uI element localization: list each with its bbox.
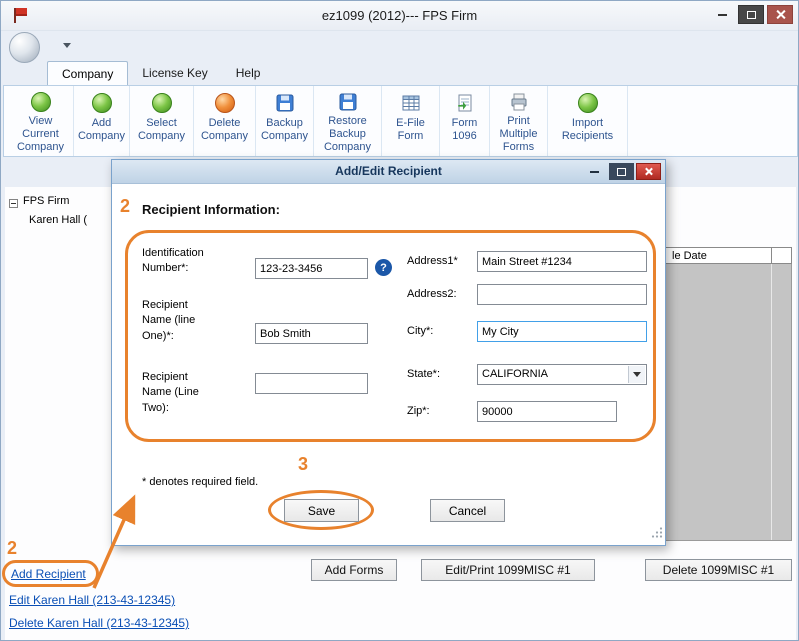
tab-company[interactable]: Company bbox=[47, 61, 128, 86]
recipient-name1-label: Recipient Name (line One)*: bbox=[142, 298, 220, 344]
city-label: City*: bbox=[407, 324, 433, 339]
minimize-icon bbox=[590, 171, 599, 173]
printer-icon bbox=[509, 92, 529, 112]
recipient-name2-input[interactable] bbox=[255, 373, 368, 394]
address2-label: Address2: bbox=[407, 287, 457, 302]
forms-table-header: le Date bbox=[661, 247, 792, 264]
dialog-minimize-button[interactable] bbox=[582, 163, 607, 180]
tab-help[interactable]: Help bbox=[222, 61, 275, 86]
restore-backup-company-button[interactable]: Restore Backup Company bbox=[314, 86, 382, 156]
city-input[interactable] bbox=[477, 321, 647, 342]
dialog-close-button[interactable] bbox=[636, 163, 661, 180]
print-multiple-forms-button[interactable]: Print Multiple Forms bbox=[490, 86, 548, 156]
ribbon: View Current Company Add Company Select … bbox=[3, 85, 798, 157]
select-company-button[interactable]: Select Company bbox=[130, 86, 194, 156]
app-window: ez1099 (2012)--- FPS Firm Company Licens… bbox=[0, 0, 799, 641]
annotation-step-3: 3 bbox=[298, 454, 308, 475]
import-recipients-button[interactable]: Import Recipients bbox=[548, 86, 628, 156]
backup-company-button[interactable]: Backup Company bbox=[256, 86, 314, 156]
id-number-input[interactable] bbox=[255, 258, 368, 279]
dialog-maximize-button[interactable] bbox=[609, 163, 634, 180]
window-title: ez1099 (2012)--- FPS Firm bbox=[1, 8, 798, 23]
delete-company-orb-icon bbox=[215, 93, 235, 113]
ribbon-tabstrip: Company License Key Help bbox=[47, 61, 274, 86]
save-button[interactable]: Save bbox=[284, 499, 359, 522]
titlebar: ez1099 (2012)--- FPS Firm bbox=[1, 1, 798, 31]
tree-item-fps-firm[interactable]: FPS Firm bbox=[23, 195, 69, 207]
state-label: State*: bbox=[407, 367, 440, 382]
select-company-orb-icon bbox=[152, 93, 172, 113]
add-company-orb-icon bbox=[92, 93, 112, 113]
tree-item-karen-hall[interactable]: Karen Hall ( bbox=[29, 214, 87, 226]
cancel-button[interactable]: Cancel bbox=[430, 499, 505, 522]
company-orb-icon bbox=[31, 92, 51, 112]
forms-table-body bbox=[661, 264, 792, 541]
floppy-disk-icon bbox=[338, 92, 358, 112]
recipient-name2-label: Recipient Name (Line Two): bbox=[142, 370, 220, 416]
maximize-icon bbox=[747, 11, 756, 19]
app-menu-orb[interactable] bbox=[9, 32, 40, 63]
edit-karen-hall-link[interactable]: Edit Karen Hall (213-43-12345) bbox=[9, 593, 175, 607]
view-current-company-button[interactable]: View Current Company bbox=[8, 86, 74, 156]
delete-karen-hall-link[interactable]: Delete Karen Hall (213-43-12345) bbox=[9, 616, 189, 630]
recipient-name1-input[interactable] bbox=[255, 323, 368, 344]
state-select[interactable]: CALIFORNIA bbox=[477, 364, 647, 385]
add-edit-recipient-dialog: Add/Edit Recipient 2 Recipient Informati… bbox=[111, 159, 666, 546]
floppy-disk-icon bbox=[275, 92, 295, 114]
help-icon[interactable]: ? bbox=[375, 259, 392, 276]
close-icon bbox=[775, 9, 786, 20]
address1-label: Address1* bbox=[407, 254, 458, 269]
zip-input[interactable] bbox=[477, 401, 617, 422]
address1-input[interactable] bbox=[477, 251, 647, 272]
dialog-titlebar: Add/Edit Recipient bbox=[112, 160, 665, 184]
required-note: * denotes required field. bbox=[142, 476, 258, 488]
add-recipient-link[interactable]: Add Recipient bbox=[11, 567, 86, 581]
form-1096-button[interactable]: Form 1096 bbox=[440, 86, 490, 156]
efile-form-button[interactable]: E-File Form bbox=[382, 86, 440, 156]
close-button[interactable] bbox=[767, 5, 793, 24]
spreadsheet-grid-icon bbox=[401, 92, 421, 114]
state-select-value: CALIFORNIA bbox=[482, 368, 548, 380]
quick-access-chevron-down-icon[interactable] bbox=[63, 43, 71, 48]
zip-label: Zip*: bbox=[407, 404, 430, 419]
minimize-button[interactable] bbox=[709, 5, 735, 24]
edit-print-1099misc-button[interactable]: Edit/Print 1099MISC #1 bbox=[421, 559, 595, 581]
annotation-step-2-link: 2 bbox=[7, 538, 17, 559]
import-recipients-orb-icon bbox=[578, 93, 598, 113]
add-forms-button[interactable]: Add Forms bbox=[311, 559, 397, 581]
minimize-icon bbox=[718, 14, 727, 16]
section-heading: Recipient Information: bbox=[142, 202, 280, 217]
chevron-down-icon bbox=[628, 366, 645, 383]
address2-input[interactable] bbox=[477, 284, 647, 305]
delete-1099misc-button[interactable]: Delete 1099MISC #1 bbox=[645, 559, 792, 581]
maximize-button[interactable] bbox=[738, 5, 764, 24]
tab-license-key[interactable]: License Key bbox=[128, 61, 221, 86]
tree-collapse-icon[interactable] bbox=[9, 199, 18, 208]
resize-grip[interactable] bbox=[651, 525, 663, 543]
table-header-file-date[interactable]: le Date bbox=[662, 248, 772, 263]
delete-company-button[interactable]: Delete Company bbox=[194, 86, 256, 156]
close-icon bbox=[644, 167, 653, 176]
id-number-label: Identification Number*: bbox=[142, 246, 242, 277]
annotation-step-2-dialog: 2 bbox=[120, 196, 130, 217]
maximize-icon bbox=[617, 168, 626, 176]
document-icon bbox=[455, 92, 475, 114]
add-company-button[interactable]: Add Company bbox=[74, 86, 130, 156]
